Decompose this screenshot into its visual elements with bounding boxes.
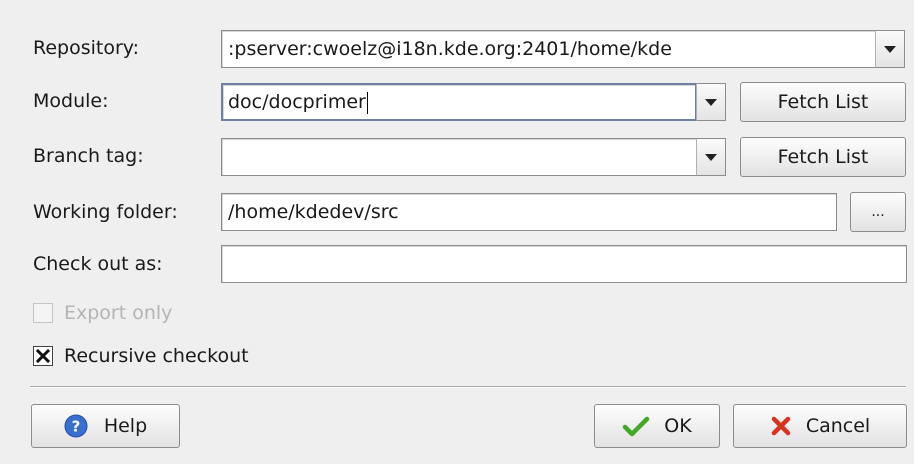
svg-text:?: ? — [71, 418, 80, 436]
check-out-as-input[interactable] — [221, 245, 907, 283]
cancel-button-label: Cancel — [805, 415, 871, 437]
checkmark-icon — [623, 416, 650, 437]
help-button-label: Help — [103, 415, 148, 437]
export-only-label: Export only — [64, 302, 173, 324]
ok-button[interactable]: OK — [594, 404, 720, 448]
text-cursor — [366, 91, 368, 114]
export-only-checkbox — [33, 303, 53, 323]
ok-button-label: OK — [664, 415, 692, 437]
branch-tag-label: Branch tag: — [33, 145, 144, 167]
chevron-down-icon — [884, 45, 896, 53]
repository-dropdown-button[interactable] — [875, 30, 905, 68]
branch-tag-dropdown-button[interactable] — [696, 138, 726, 176]
chevron-down-icon — [705, 153, 717, 161]
separator — [30, 386, 906, 388]
module-dropdown-button[interactable] — [696, 83, 726, 121]
repository-label: Repository: — [33, 37, 140, 59]
recursive-checkout-checkbox[interactable] — [33, 346, 53, 366]
branch-fetch-list-label: Fetch List — [777, 146, 869, 168]
branch-tag-combo-input[interactable] — [221, 138, 697, 176]
check-out-as-label: Check out as: — [33, 253, 163, 275]
working-folder-input[interactable]: /home/kdedev/src — [221, 193, 837, 231]
browse-folder-label: ... — [871, 204, 885, 220]
chevron-down-icon — [705, 98, 717, 106]
help-icon: ? — [64, 414, 88, 438]
repository-combo-input[interactable]: :pserver:cwoelz@i18n.kde.org:2401/home/k… — [221, 30, 877, 68]
recursive-checkout-label: Recursive checkout — [64, 345, 249, 367]
module-combo-input[interactable]: doc/docprimer — [221, 83, 697, 121]
browse-folder-button[interactable]: ... — [850, 192, 906, 232]
module-fetch-list-label: Fetch List — [777, 91, 869, 113]
check-x-icon — [36, 349, 50, 363]
branch-fetch-list-button[interactable]: Fetch List — [740, 137, 906, 177]
export-only-option: Export only — [33, 297, 172, 329]
cancel-x-icon — [771, 416, 791, 436]
help-button[interactable]: ? Help — [31, 404, 180, 448]
working-folder-label: Working folder: — [33, 201, 178, 223]
checkout-dialog: Repository: :pserver:cwoelz@i18n.kde.org… — [0, 0, 914, 464]
cancel-button[interactable]: Cancel — [733, 404, 907, 448]
module-label: Module: — [33, 90, 109, 112]
module-fetch-list-button[interactable]: Fetch List — [740, 82, 906, 122]
module-value: doc/docprimer — [228, 91, 366, 113]
recursive-checkout-option[interactable]: Recursive checkout — [33, 340, 249, 372]
